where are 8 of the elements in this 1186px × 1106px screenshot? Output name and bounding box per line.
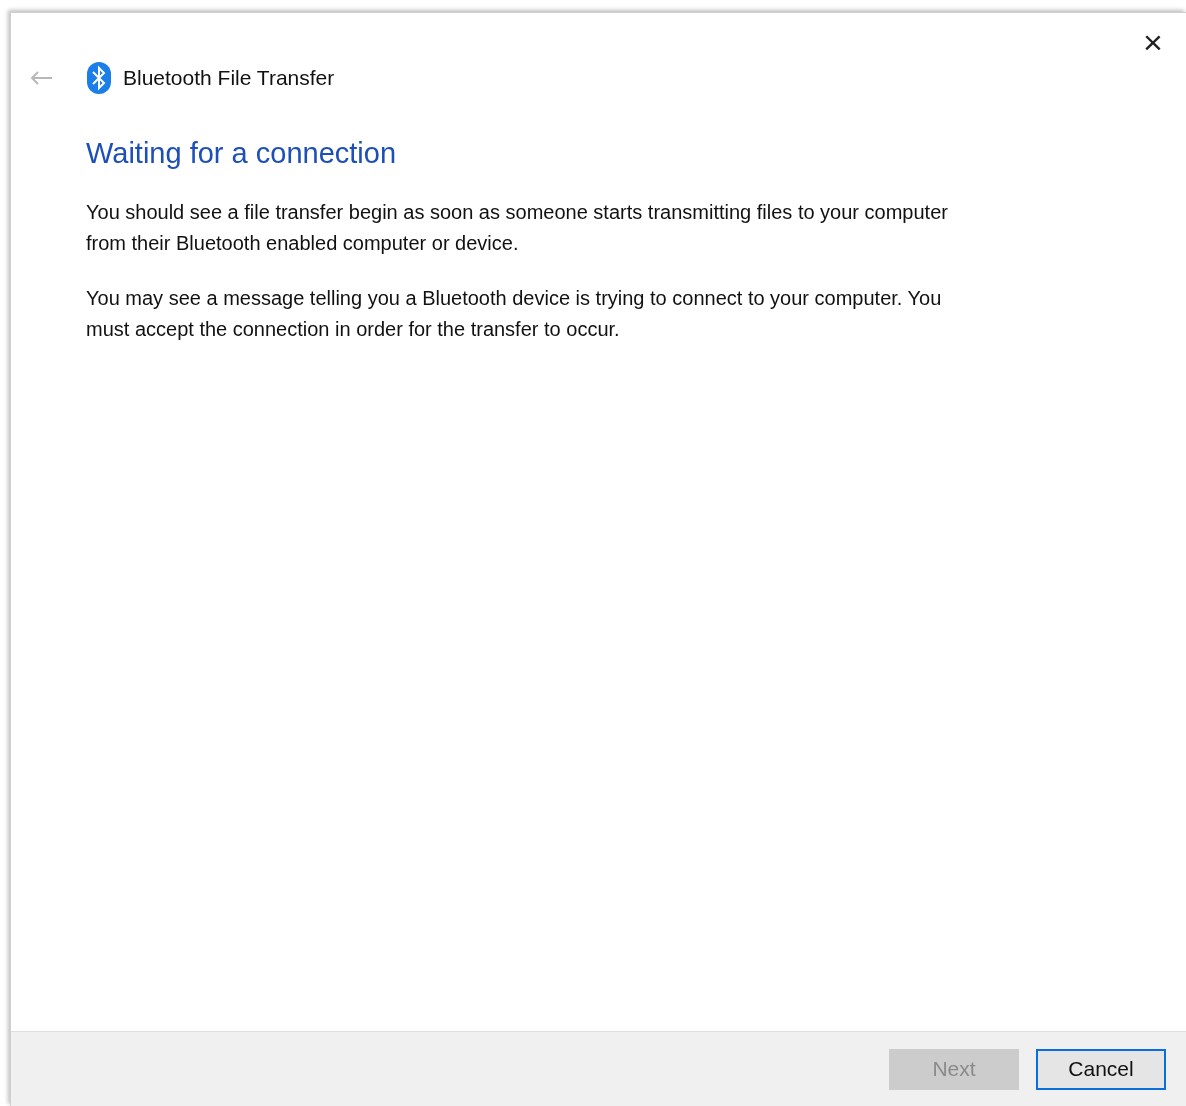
window-title: Bluetooth File Transfer [123, 65, 335, 92]
page-heading: Waiting for a connection [86, 136, 398, 171]
cancel-button[interactable]: Cancel [1036, 1048, 1166, 1090]
description-paragraph: You may see a message telling you a Bluetooth device is trying to connect to your computer. You must accept the connection in order for the transfer to occur. [86, 286, 943, 342]
back-arrow-icon [29, 70, 53, 86]
close-button[interactable]: × [1138, 27, 1168, 57]
bluetooth-icon [87, 62, 111, 94]
description-paragraph: You should see a file transfer begin as soon as someone starts transmitting files to your computer from their Bluetooth enabled computer or device. [86, 200, 949, 256]
